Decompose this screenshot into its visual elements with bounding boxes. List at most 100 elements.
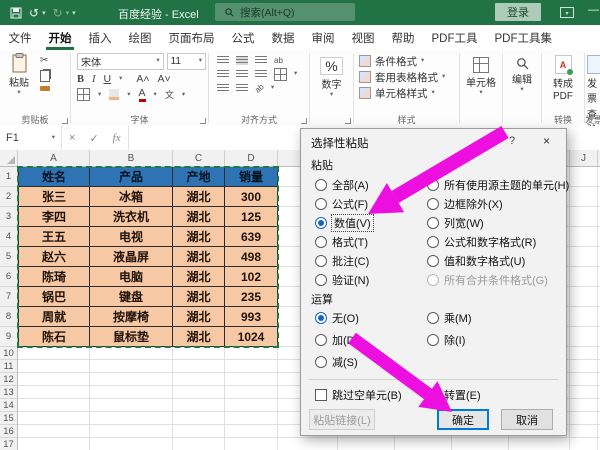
minimize-icon[interactable]: — xyxy=(588,4,599,16)
cell[interactable]: 王五 xyxy=(18,227,90,247)
cell[interactable]: 李四 xyxy=(18,207,90,227)
row-header[interactable]: 15 xyxy=(0,412,18,425)
ribbon-tab[interactable]: 开始 xyxy=(40,25,80,50)
radio-icon[interactable] xyxy=(315,334,327,346)
column-header[interactable]: C xyxy=(173,150,225,167)
radio-icon[interactable] xyxy=(315,179,327,191)
style-menu-button[interactable]: 套用表格格式▾ xyxy=(359,69,457,85)
cell[interactable]: 湖北 xyxy=(173,327,225,347)
cancel-button[interactable]: 取消 xyxy=(501,409,553,430)
align-bottom-icon[interactable] xyxy=(255,56,267,65)
fill-color-icon[interactable] xyxy=(109,89,119,100)
cell[interactable]: 电脑 xyxy=(90,267,173,287)
ribbon-display-options-icon[interactable]: ▾ xyxy=(560,7,574,18)
cell[interactable] xyxy=(570,438,598,450)
cell[interactable] xyxy=(173,438,225,450)
fill-color-dropdown-icon[interactable]: ▾ xyxy=(127,92,130,99)
select-all-corner[interactable] xyxy=(0,150,18,167)
font-color-icon[interactable]: A xyxy=(139,88,146,102)
cell[interactable] xyxy=(90,399,173,412)
ribbon-tab[interactable]: 数据 xyxy=(263,25,303,50)
cell[interactable]: 湖北 xyxy=(173,267,225,287)
orientation-dropdown-icon[interactable]: ▾ xyxy=(271,85,274,92)
formula-enter-icon[interactable]: ✓ xyxy=(82,132,105,145)
merge-center-icon[interactable] xyxy=(274,68,287,81)
dialog-radio-option[interactable]: 格式(T) xyxy=(315,232,373,251)
cell[interactable]: 产地 xyxy=(173,167,225,187)
cell[interactable] xyxy=(173,399,225,412)
ribbon-tab[interactable]: PDF工具集 xyxy=(486,25,561,50)
radio-icon[interactable] xyxy=(315,255,327,267)
row-header[interactable]: 7 xyxy=(0,287,18,307)
cell[interactable] xyxy=(90,412,173,425)
dialog-radio-option[interactable]: 列宽(W) xyxy=(427,213,569,232)
cell[interactable] xyxy=(570,307,598,327)
row-header[interactable]: 4 xyxy=(0,227,18,247)
ribbon-tab[interactable]: 帮助 xyxy=(383,25,423,50)
merge-dropdown-icon[interactable]: ▾ xyxy=(294,71,297,78)
dialog-close-icon[interactable]: × xyxy=(543,134,550,148)
cell[interactable]: 陈石 xyxy=(18,327,90,347)
dialog-radio-option[interactable]: 数值(V) xyxy=(315,213,373,232)
sign-in-button[interactable]: 登录 xyxy=(495,3,541,21)
cell[interactable] xyxy=(225,360,278,373)
cell[interactable] xyxy=(173,412,225,425)
cell[interactable]: 张三 xyxy=(18,187,90,207)
dialog-radio-option[interactable]: 批注(C) xyxy=(315,251,373,270)
cell[interactable] xyxy=(90,360,173,373)
cell[interactable] xyxy=(18,399,90,412)
cell[interactable] xyxy=(570,327,598,347)
font-color-dropdown-icon[interactable]: ▾ xyxy=(154,92,157,99)
radio-icon[interactable] xyxy=(427,217,439,229)
cell[interactable] xyxy=(570,386,598,399)
phonetic-guide-icon[interactable]: 文 xyxy=(165,88,174,101)
undo-icon[interactable]: ↺ xyxy=(29,7,39,19)
number-launcher-icon[interactable] xyxy=(345,118,351,124)
radio-icon[interactable] xyxy=(315,217,327,229)
radio-icon[interactable] xyxy=(427,334,439,346)
cell[interactable]: 键盘 xyxy=(90,287,173,307)
cell[interactable]: 电视 xyxy=(90,227,173,247)
row-header[interactable]: 5 xyxy=(0,247,18,267)
underline-dropdown-icon[interactable]: ▾ xyxy=(119,76,122,83)
cut-icon[interactable]: ✂ xyxy=(40,55,50,66)
cell[interactable] xyxy=(18,386,90,399)
cell[interactable] xyxy=(570,207,598,227)
align-middle-icon[interactable] xyxy=(236,56,248,65)
radio-icon[interactable] xyxy=(427,312,439,324)
cell[interactable] xyxy=(225,438,278,450)
cell[interactable] xyxy=(173,360,225,373)
cell[interactable]: 周就 xyxy=(18,307,90,327)
align-right-icon[interactable] xyxy=(255,70,267,79)
row-header[interactable]: 2 xyxy=(0,187,18,207)
dialog-radio-option[interactable]: 无(O) xyxy=(315,307,359,329)
shrink-font-button[interactable]: A˅ xyxy=(158,73,171,85)
cell[interactable] xyxy=(18,360,90,373)
cell[interactable]: 液晶屏 xyxy=(90,247,173,267)
cell[interactable] xyxy=(509,438,570,450)
style-menu-button[interactable]: 单元格样式▾ xyxy=(359,85,457,101)
row-header[interactable]: 3 xyxy=(0,207,18,227)
cell[interactable]: 销量 xyxy=(225,167,278,187)
cell[interactable]: 235 xyxy=(225,287,278,307)
cell[interactable] xyxy=(395,438,452,450)
cell[interactable] xyxy=(18,438,90,450)
radio-icon[interactable] xyxy=(315,274,327,286)
cell[interactable]: 300 xyxy=(225,187,278,207)
cell[interactable] xyxy=(570,187,598,207)
font-launcher-icon[interactable] xyxy=(200,118,206,124)
ribbon-tab[interactable]: 页面布局 xyxy=(160,25,223,50)
underline-button[interactable]: U xyxy=(104,73,112,85)
cell[interactable] xyxy=(225,425,278,438)
font-name-select[interactable]: 宋体 ▾ xyxy=(77,53,164,70)
cell[interactable] xyxy=(90,425,173,438)
row-header[interactable]: 9 xyxy=(0,327,18,347)
cell[interactable] xyxy=(225,386,278,399)
ribbon-tab[interactable]: 审阅 xyxy=(303,25,343,50)
ribbon-tab[interactable]: 绘图 xyxy=(120,25,160,50)
cell[interactable] xyxy=(338,438,395,450)
radio-icon[interactable] xyxy=(315,198,327,210)
align-center-icon[interactable] xyxy=(236,70,248,79)
cell[interactable]: 1024 xyxy=(225,327,278,347)
dialog-radio-option[interactable]: 边框除外(X) xyxy=(427,194,569,213)
